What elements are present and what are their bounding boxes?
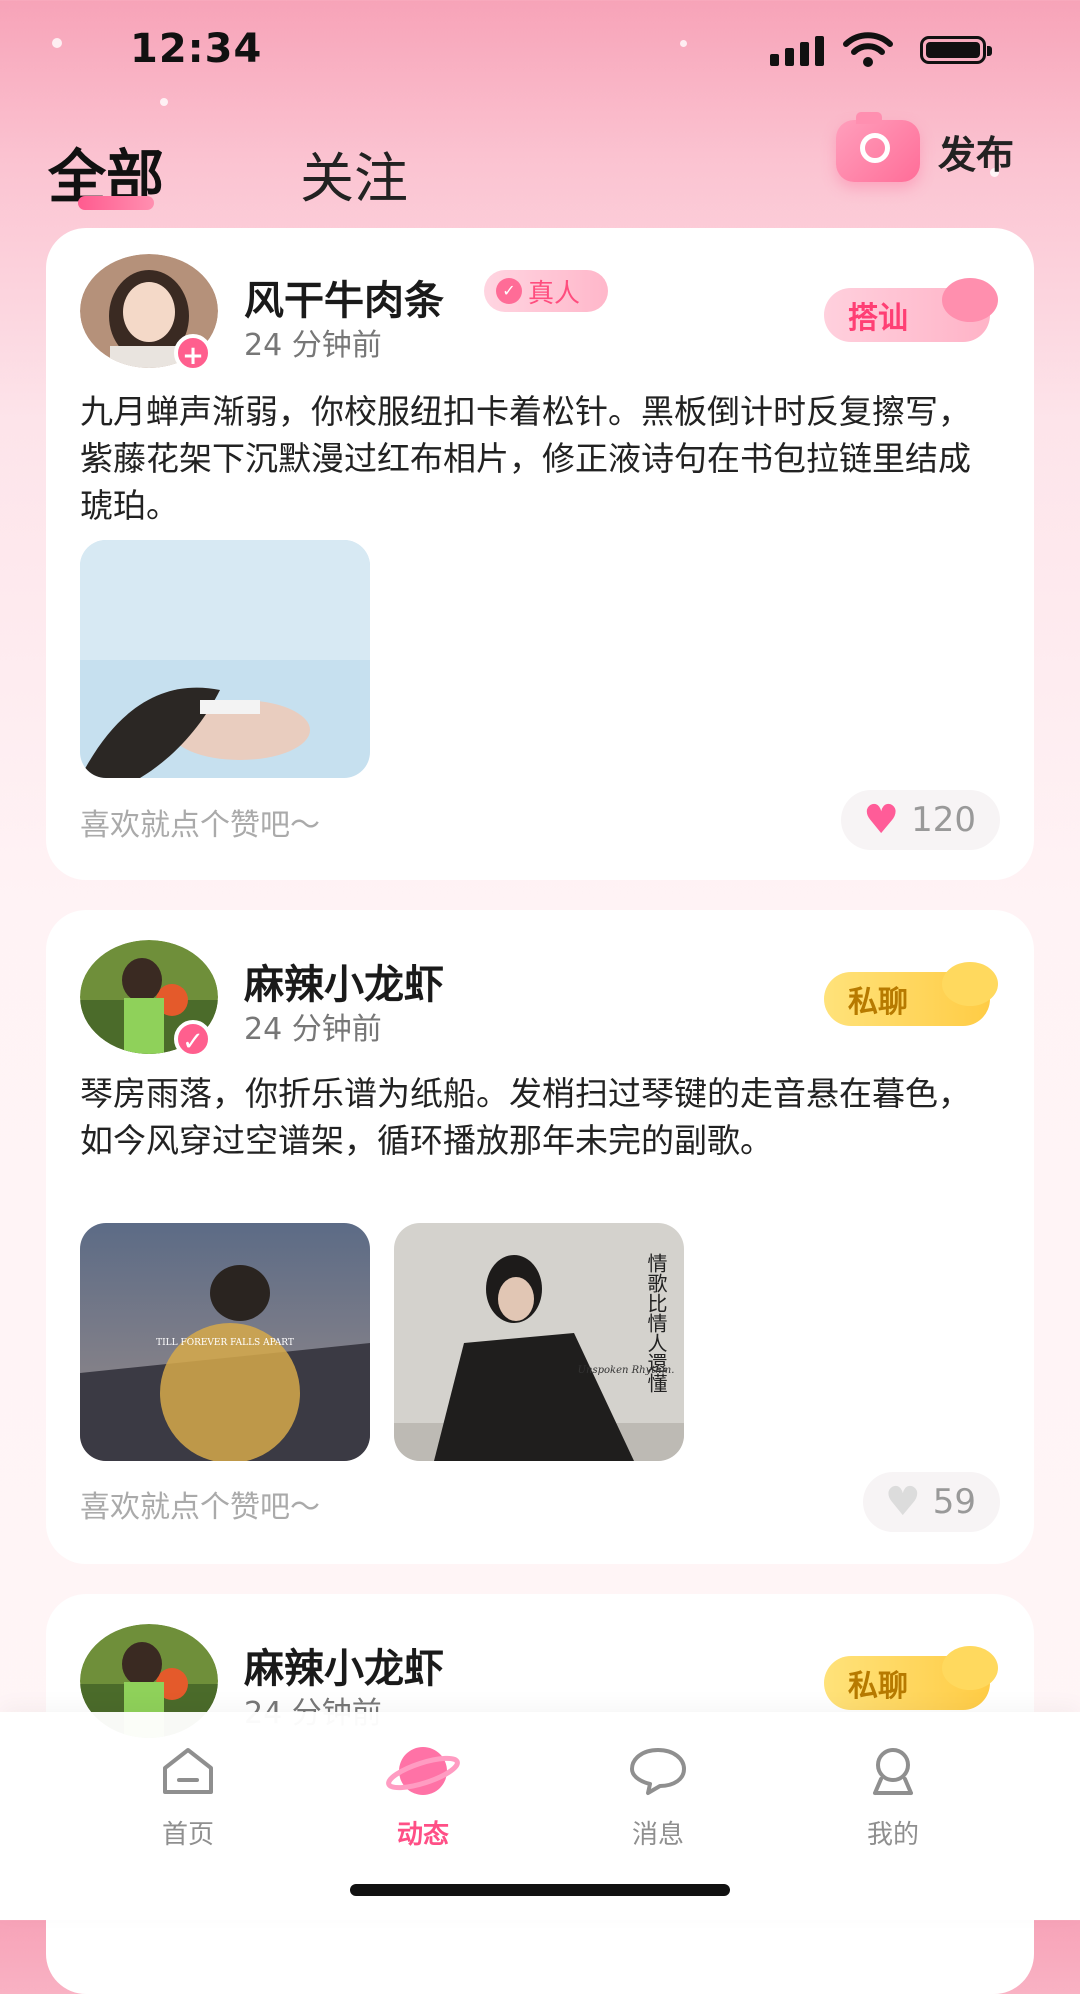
active-tab-indicator [78,196,154,210]
private-chat-label: 私聊 [848,1669,908,1704]
user-name[interactable]: 麻辣小龙虾 [244,952,444,1010]
status-bar: 12:34 [0,0,1080,100]
post-image[interactable]: TILL FOREVER FALLS APART [80,1223,370,1461]
publish-label: 发布 [938,132,1015,177]
like-count: 59 [932,1482,976,1522]
post-time: 24 分钟前 [244,328,382,363]
private-chat-label: 私聊 [848,985,908,1020]
chat-bubble-icon [942,1646,998,1690]
post-image[interactable] [80,540,370,778]
nav-moments-label: 动态 [396,1820,449,1850]
message-icon [630,1748,686,1795]
publish-button[interactable]: 发布 [836,112,1015,182]
private-chat-button[interactable]: 私聊 [824,962,998,1026]
following-check-icon: ✓ [174,1020,212,1058]
greet-label: 搭讪 [848,301,908,336]
chat-bubble-icon [942,278,998,322]
user-name[interactable]: 风干牛肉条 [244,268,444,326]
verified-check-icon: ✓ [496,278,522,304]
post-image[interactable]: 情歌比情人還懂 Unspoken Rhythm. [394,1223,684,1461]
battery-icon [920,36,992,64]
post-card[interactable]: + 风干牛肉条 ✓ 真人 24 分钟前 搭讪 九月蝉声渐弱，你校服纽扣卡着松针。… [46,228,1034,880]
nav-messages-label: 消息 [631,1820,684,1850]
like-count: 120 [911,800,976,840]
image-caption: TILL FOREVER FALLS APART [156,1338,294,1348]
post-card[interactable]: ✓ 麻辣小龙虾 24 分钟前 私聊 琴房雨落，你折乐谱为纸船。发梢扫过琴键的走音… [46,910,1034,1564]
signal-icon [770,34,824,66]
post-content: 九月蝉声渐弱，你校服纽扣卡着松针。黑板倒计时反复擦写，紫藤花架下沉默漫过红布相片… [80,392,971,525]
verified-badge: ✓ 真人 [484,270,608,312]
avatar[interactable]: ✓ [80,940,218,1058]
private-chat-button[interactable]: 私聊 [824,1646,998,1710]
post-time: 24 分钟前 [244,1012,382,1047]
home-icon [163,1748,213,1794]
post-content: 琴房雨落，你折乐谱为纸船。发梢扫过琴键的走音悬在暮色，如今风穿过空谱架，循环播放… [80,1074,971,1160]
status-time: 12:34 [130,26,263,72]
nav-profile[interactable]: 我的 [823,1742,963,1851]
tab-follow[interactable]: 关注 [300,134,408,213]
home-indicator [350,1884,730,1896]
planet-icon [386,1747,460,1795]
nav-moments[interactable]: 动态 [353,1742,493,1851]
profile-icon [873,1748,913,1795]
nav-home-label: 首页 [161,1820,214,1850]
greet-button[interactable]: 搭讪 [824,278,998,342]
nav-messages[interactable]: 消息 [588,1742,728,1851]
wifi-icon [843,32,893,67]
nav-profile-label: 我的 [866,1820,919,1850]
like-button[interactable]: ♥ 120 [841,790,1000,850]
like-hint: 喜欢就点个赞吧～ [80,1490,320,1525]
album-subtitle: Unspoken Rhythm. [578,1365,675,1376]
like-button[interactable]: ♥ 59 [862,1472,1000,1532]
verified-label: 真人 [528,278,581,309]
camera-icon [836,112,920,182]
nav-home[interactable]: 首页 [118,1742,258,1851]
heart-filled-icon: ♥ [863,797,900,843]
follow-plus-icon[interactable]: + [174,334,212,372]
avatar[interactable]: + [80,254,218,372]
like-hint: 喜欢就点个赞吧～ [80,808,320,843]
user-name[interactable]: 麻辣小龙虾 [244,1636,444,1694]
heart-outline-icon: ♥ [884,1479,921,1525]
chat-bubble-icon [942,962,998,1006]
